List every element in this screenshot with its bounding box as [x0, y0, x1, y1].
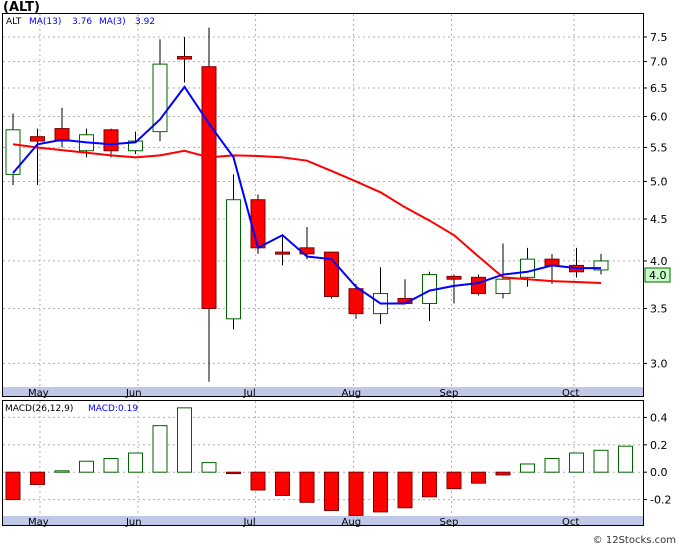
macd-bar-positive: [79, 460, 94, 473]
candle-down: [103, 129, 119, 152]
price-xaxis-strip: [3, 387, 643, 396]
price-ytick-label: 6.0: [650, 110, 668, 123]
macd-xtick-label: Aug: [342, 517, 362, 528]
macd-bar-negative: [324, 471, 339, 512]
macd-bar-positive: [177, 407, 192, 473]
price-xtick-label: Sep: [440, 388, 459, 399]
candle-up: [226, 199, 241, 320]
legend-ticker: ALT: [6, 17, 22, 27]
candle-down: [348, 288, 364, 315]
price-ytick-label: 6.5: [650, 82, 668, 95]
macd-legend-value: MACD:0.19: [88, 404, 138, 414]
candle-down: [201, 66, 217, 310]
legend-ma3-value: 3.92: [135, 17, 155, 27]
macd-xtick-label: Oct: [562, 517, 579, 528]
price-xtick-label: May: [28, 388, 49, 399]
candle-up: [520, 258, 535, 278]
candle-down: [250, 199, 266, 249]
macd-legend-label: MACD(26,12,9): [5, 404, 73, 414]
macd-bar-negative: [348, 471, 364, 517]
macd-ytick-label: 0.2: [650, 439, 668, 452]
candle-down: [177, 56, 192, 60]
macd-bar-positive: [544, 458, 560, 473]
price-xtick-label: Jun: [125, 388, 142, 399]
price-ytick-label: 3.0: [650, 357, 668, 370]
price-ytick-label: 7.5: [650, 31, 668, 44]
candle-up: [152, 63, 168, 133]
macd-bar-negative: [250, 471, 266, 491]
macd-bar-positive: [201, 462, 217, 473]
candle-down: [446, 275, 462, 280]
ma13-line: [12, 143, 602, 284]
macd-bar-positive: [152, 425, 168, 473]
price-xtick-label: Aug: [342, 388, 362, 399]
macd-bar-negative: [422, 471, 437, 498]
candle-down: [30, 136, 45, 142]
macd-xtick-label: May: [28, 517, 49, 528]
macd-bar-negative: [495, 471, 511, 476]
macd-bar-negative: [226, 471, 241, 475]
price-ytick-label: 4.0: [650, 255, 668, 268]
ma3-line: [12, 85, 601, 305]
macd-xtick-label: Jun: [125, 517, 142, 528]
price-panel-frame: [2, 13, 644, 397]
macd-bar-negative: [30, 471, 45, 486]
macd-bar-positive: [618, 445, 633, 473]
watermark: © 12Stocks.com: [592, 535, 676, 546]
macd-xtick-label: Jul: [243, 517, 256, 528]
macd-bar-negative: [397, 471, 413, 509]
price-xtick-label: Jul: [243, 388, 256, 399]
macd-bar-negative: [446, 471, 462, 490]
macd-bar-positive: [54, 470, 70, 473]
candle-down: [275, 251, 290, 255]
macd-bar-negative: [5, 471, 21, 501]
macd-ytick-label: 0.4: [650, 411, 668, 424]
macd-ytick-label: -0.2: [650, 494, 671, 507]
price-ytick-label: 5.0: [650, 175, 668, 188]
chart-canvas: 3.0 3.5 4.0 4.5 5.0 5.5 6.0 6.5 7.0 7.5 -0.2 0.0 0.…: [2, 13, 671, 528]
legend-ma3-label: MA(3): [99, 17, 126, 27]
price-ytick-label: 5.5: [650, 141, 668, 154]
macd-ytick-label: 0.0: [650, 466, 668, 479]
macd-bar-positive: [593, 449, 609, 473]
macd-bar-positive: [103, 458, 119, 473]
price-ytick-label: 4.5: [650, 213, 668, 226]
price-ytick-label: 7.0: [650, 56, 668, 69]
legend-ma13-label: MA(13): [29, 17, 61, 27]
macd-bar-negative: [373, 471, 388, 513]
macd-bar-negative: [299, 471, 315, 503]
legend-ma13-value: 3.76: [72, 17, 92, 27]
macd-bar-positive: [128, 452, 143, 473]
candle-up: [495, 278, 511, 295]
macd-bar-positive: [569, 452, 584, 473]
candle-down: [471, 276, 486, 295]
macd-xaxis-strip: [3, 516, 643, 525]
last-price-label: 4.0: [649, 269, 667, 282]
price-ytick-label: 3.5: [650, 303, 668, 316]
macd-xtick-label: Sep: [440, 517, 459, 528]
macd-bar-positive: [520, 463, 535, 473]
macd-bar-negative: [471, 471, 486, 484]
price-xtick-label: Oct: [562, 388, 579, 399]
macd-bar-negative: [275, 471, 290, 496]
